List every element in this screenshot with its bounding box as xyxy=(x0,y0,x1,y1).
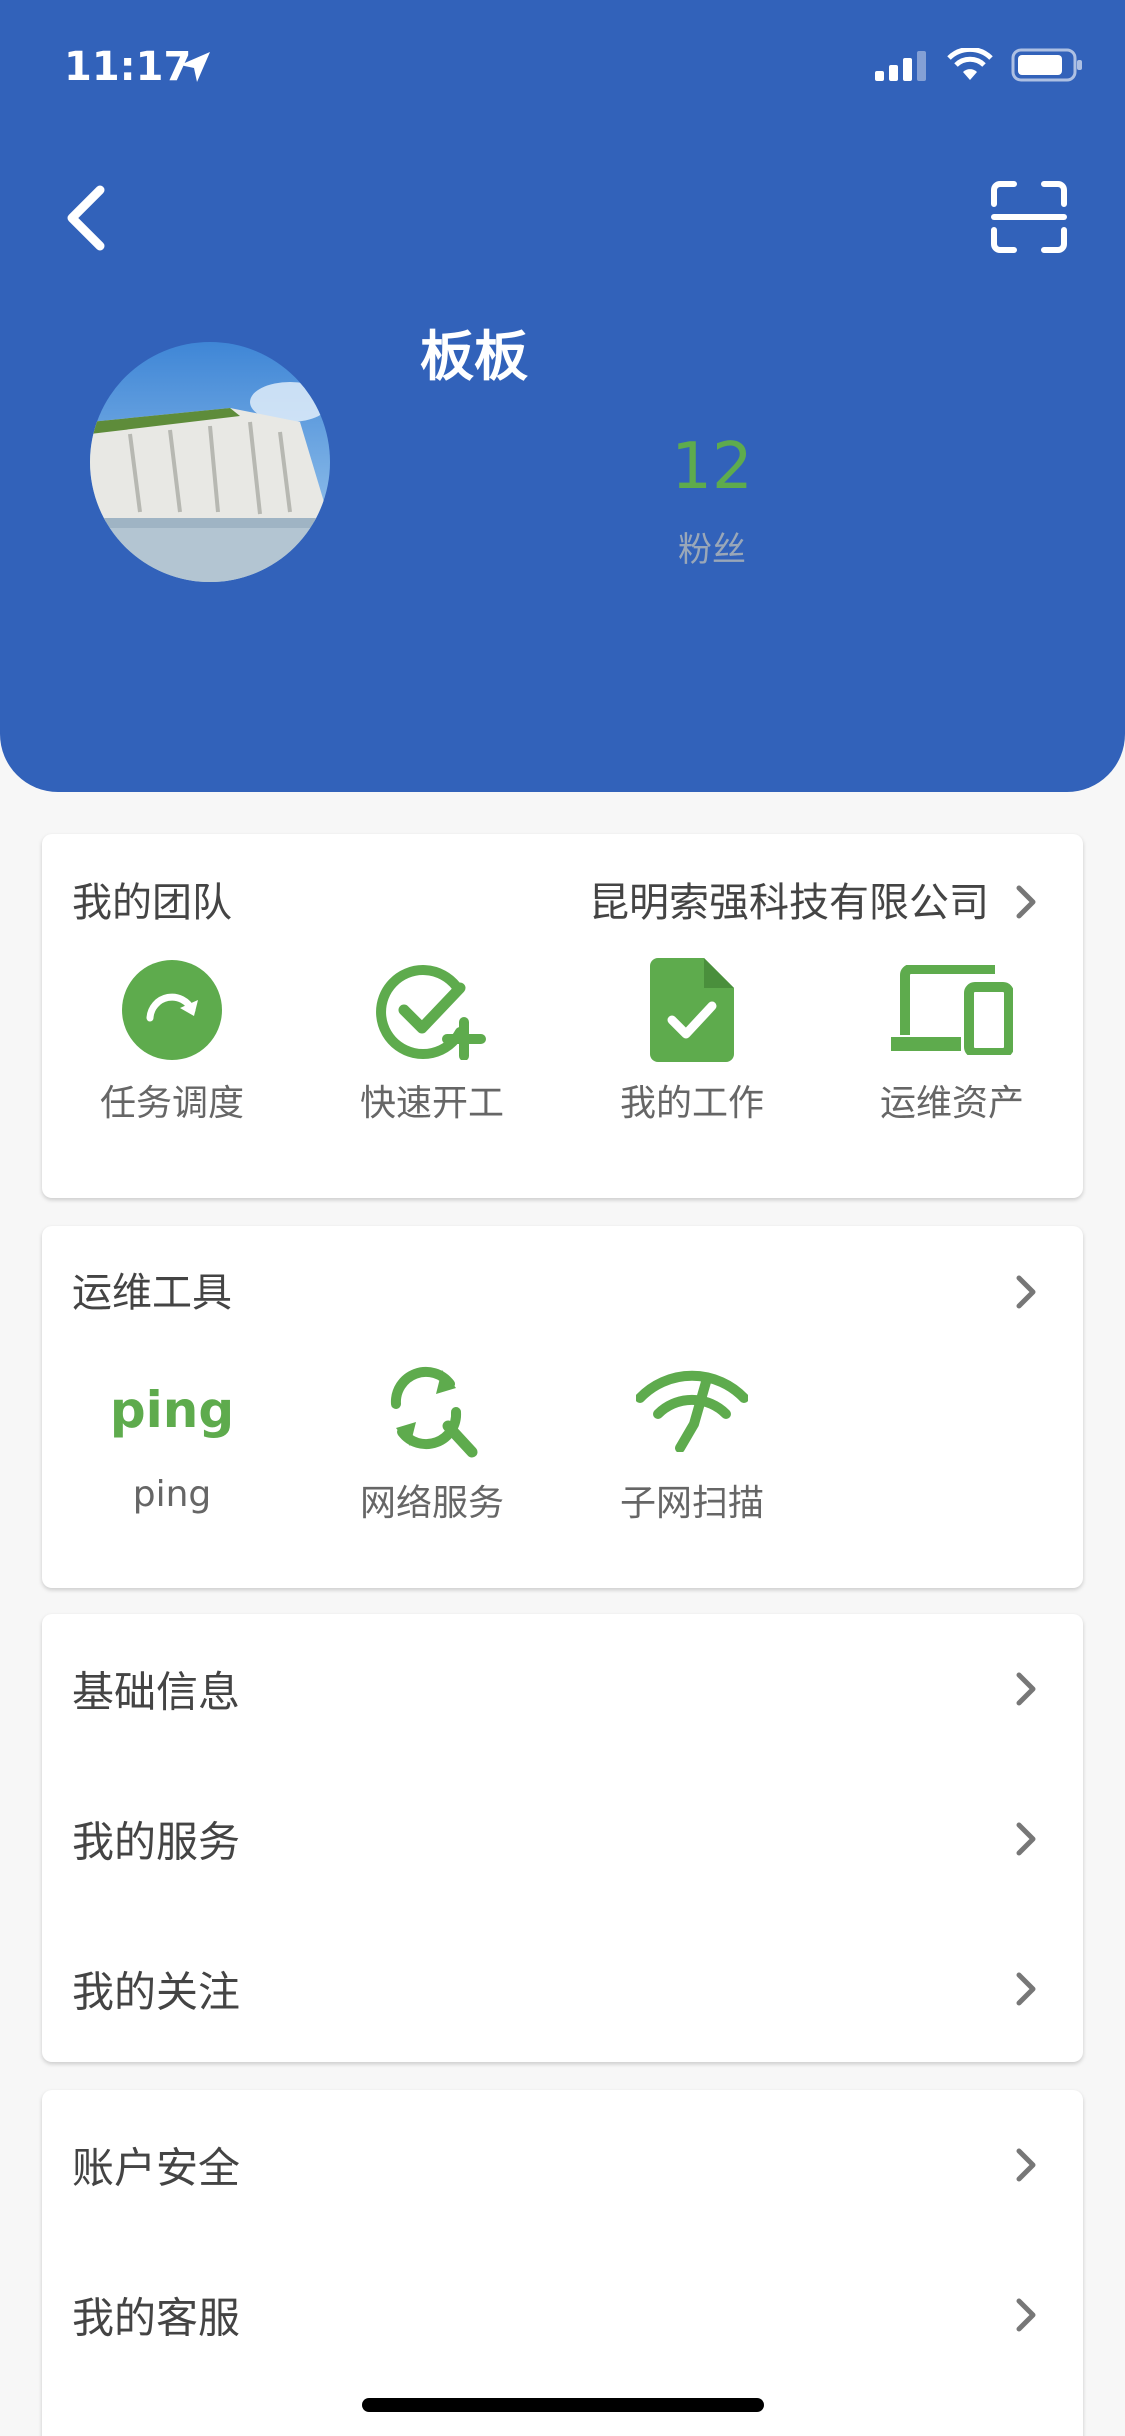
avatar[interactable] xyxy=(90,342,330,582)
fans-label: 粉丝 xyxy=(678,530,746,570)
menu-row-basic-info[interactable]: 基础信息 xyxy=(42,1614,1083,1764)
team-item-quick-start[interactable]: 快速开工 xyxy=(332,960,532,1126)
network-service-icon xyxy=(390,1366,478,1458)
subnet-scan-icon xyxy=(636,1370,748,1452)
back-button[interactable] xyxy=(56,178,116,258)
menu-row-label: 我的客服 xyxy=(72,2293,241,2343)
chevron-right-icon[interactable] xyxy=(1013,1272,1039,1312)
team-item-ops-assets[interactable]: 运维资产 xyxy=(852,960,1052,1126)
team-title: 我的团队 xyxy=(72,880,232,926)
location-arrow-icon xyxy=(180,52,210,82)
signal-icon xyxy=(875,51,926,81)
tool-item-network-service[interactable]: 网络服务 xyxy=(332,1360,532,1526)
status-indicators xyxy=(875,48,1083,82)
tools-title: 运维工具 xyxy=(72,1270,232,1316)
chevron-right-icon xyxy=(1016,1972,1036,2006)
tool-item-ping[interactable]: ping ping xyxy=(72,1360,272,1515)
ops-assets-icon xyxy=(891,965,1013,1055)
battery-icon xyxy=(1011,48,1082,82)
tool-item-subnet-scan[interactable]: 子网扫描 xyxy=(592,1360,792,1526)
team-item-label: 运维资产 xyxy=(879,1083,1024,1124)
team-card: 我的团队 昆明索强科技有限公司 任务调度 快速开工 我的工作 运维资产 xyxy=(42,834,1083,1198)
chevron-right-icon xyxy=(1016,1672,1036,1706)
chevron-right-icon xyxy=(1016,1822,1036,1856)
team-item-label: 快速开工 xyxy=(359,1083,504,1124)
chevron-right-icon xyxy=(1016,2298,1036,2332)
info-menu-card: 基础信息 我的服务 我的关注 xyxy=(42,1614,1083,2062)
team-item-label: 我的工作 xyxy=(619,1083,764,1124)
wifi-icon xyxy=(947,48,993,80)
task-dispatch-icon xyxy=(122,960,222,1060)
quick-start-icon xyxy=(376,965,486,1060)
scan-button[interactable] xyxy=(990,180,1068,254)
status-time: 11:17 xyxy=(64,44,192,90)
company-name[interactable]: 昆明索强科技有限公司 xyxy=(589,870,989,928)
my-work-icon xyxy=(650,958,734,1062)
team-item-my-work[interactable]: 我的工作 xyxy=(592,958,792,1126)
menu-row-my-follows[interactable]: 我的关注 xyxy=(42,1914,1083,2064)
username: 板板 xyxy=(420,325,528,388)
account-menu-card: 账户安全 我的客服 xyxy=(42,2090,1083,2436)
menu-row-account-security[interactable]: 账户安全 xyxy=(42,2090,1083,2240)
team-item-label: 任务调度 xyxy=(99,1083,244,1124)
ping-icon: ping xyxy=(109,1381,235,1439)
profile-header: 11:17 板板 12 粉丝 xyxy=(0,0,1125,792)
chevron-right-icon xyxy=(1016,2148,1036,2182)
menu-row-label: 我的服务 xyxy=(72,1817,241,1867)
home-indicator[interactable] xyxy=(362,2398,764,2412)
chevron-right-icon[interactable] xyxy=(1013,882,1039,922)
menu-row-label: 账户安全 xyxy=(72,2143,241,2193)
tool-item-label: 网络服务 xyxy=(359,1483,504,1524)
menu-row-customer-service[interactable]: 我的客服 xyxy=(42,2240,1083,2390)
tool-item-label: 子网扫描 xyxy=(619,1483,764,1524)
fans-count[interactable]: 12 xyxy=(600,430,824,504)
team-item-task-dispatch[interactable]: 任务调度 xyxy=(72,960,272,1126)
tool-item-label: ping xyxy=(132,1474,212,1515)
menu-row-my-services[interactable]: 我的服务 xyxy=(42,1764,1083,1914)
tools-card: 运维工具 ping ping 网络服务 子网扫描 xyxy=(42,1226,1083,1588)
menu-row-label: 基础信息 xyxy=(72,1667,241,1717)
menu-row-label: 我的关注 xyxy=(72,1967,241,2017)
